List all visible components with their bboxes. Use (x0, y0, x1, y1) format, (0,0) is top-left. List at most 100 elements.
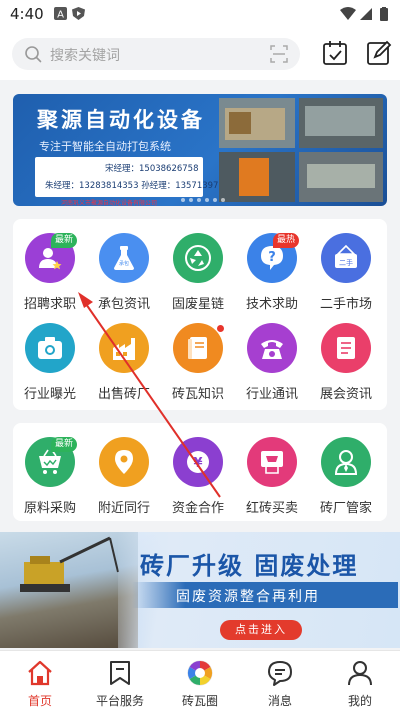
pagination-dot[interactable] (181, 198, 185, 202)
tab-label: 平台服务 (95, 694, 144, 708)
grid-item-label: 技术求助 (245, 297, 298, 312)
banner-footnote: 河南巩义市聚源自动化设备有限公司 (61, 200, 158, 206)
promo-cta-button[interactable]: 点击进入 (220, 620, 302, 640)
book-icon (173, 323, 223, 373)
grid-item-brick-knowledge[interactable]: 砖瓦知识 (161, 323, 235, 403)
grid-item-sell-factory[interactable]: 出售砖厂 (87, 323, 161, 403)
grid-item-label: 附近同行 (97, 501, 150, 516)
top-header: 搜索关键词 (0, 28, 400, 80)
grid-item-label: 展会资讯 (319, 387, 372, 402)
grid-item-industry-contacts[interactable]: 行业通讯 (235, 323, 309, 403)
tab-home[interactable]: 首页 (0, 655, 80, 711)
svg-text:二手: 二手 (339, 258, 353, 267)
location-icon (99, 437, 149, 487)
manager-icon (321, 437, 371, 487)
grid-item-label: 原料采购 (23, 501, 76, 516)
grid-item-label: 二手市场 (319, 297, 372, 312)
grid-item-funding[interactable]: ¥ 资金合作 (161, 437, 235, 517)
bookmark-icon (110, 661, 130, 685)
grid-item-label: 行业曝光 (23, 387, 76, 402)
svg-text:¥: ¥ (193, 456, 202, 471)
pagination-dot[interactable] (197, 198, 201, 202)
grid-item-exhibitions[interactable]: 展会资讯 (309, 323, 383, 403)
grid-item-label: 砖厂管家 (319, 501, 372, 516)
grid-item-exposure[interactable]: 行业曝光 (13, 323, 87, 403)
phone-icon (247, 323, 297, 373)
svg-text:承包: 承包 (119, 260, 129, 267)
banner-contact-1: 宋经理：15038626758 (105, 164, 199, 174)
shop-cart-icon (247, 437, 297, 487)
tab-me[interactable]: 我的 (320, 655, 400, 711)
pagination-dot[interactable] (205, 198, 209, 202)
promo-title: 砖厂升级 固废处理 (140, 552, 359, 580)
pagination-dot[interactable] (213, 198, 217, 202)
pagination-dot[interactable] (221, 198, 225, 202)
grid-item-label: 招聘求职 (23, 297, 76, 312)
services-grid-card: 最新 招聘求职 承包 承包资讯 固废星链 ? 最热 技术求助 二手 二手市场 行… (13, 219, 387, 410)
grid-item-nearby-peers[interactable]: 附近同行 (87, 437, 161, 517)
home-icon (28, 660, 52, 686)
tab-platform-services[interactable]: 平台服务 (80, 655, 160, 711)
grid-item-solid-waste[interactable]: 固废星链 (161, 233, 235, 313)
tab-label: 首页 (27, 694, 52, 708)
grid-item-label: 承包资讯 (97, 297, 150, 312)
banner-subtitle: 专注于智能全自动打包系统 (39, 140, 171, 153)
tab-label: 消息 (267, 694, 292, 708)
unread-dot (217, 325, 224, 332)
grid-item-label: 资金合作 (171, 501, 224, 516)
grid-item-recruitment[interactable]: 最新 招聘求职 (13, 233, 87, 313)
bottom-tab-bar: 首页 平台服务 砖瓦圈 消息 我的 (0, 650, 400, 711)
notification-a-icon: A (54, 7, 67, 20)
status-time: 4:40 (10, 5, 44, 23)
svg-text:?: ? (268, 250, 276, 265)
tab-label: 砖瓦圈 (181, 694, 218, 708)
edit-post-icon[interactable] (366, 40, 392, 66)
search-icon (25, 46, 42, 63)
factory-icon (99, 323, 149, 373)
grid-item-label: 固废星链 (171, 297, 224, 312)
grid-item-tech-help[interactable]: ? 最热 技术求助 (235, 233, 309, 313)
svg-text:A: A (57, 10, 64, 21)
shield-play-icon (72, 7, 85, 20)
grid-item-label: 出售砖厂 (97, 387, 150, 402)
user-icon (348, 661, 372, 686)
promo-banner[interactable]: 砖厂升级 固废处理 固废资源整合再利用 点击进入 (0, 532, 400, 648)
tab-messages[interactable]: 消息 (240, 655, 320, 711)
banner-contact-card: 宋经理：15038626758 朱经理：13283814353 孙经理：1357… (35, 157, 235, 197)
list-icon (321, 323, 371, 373)
badge-new: 最新 (51, 437, 78, 452)
banner-contact-2: 朱经理：13283814353 孙经理：13571397009 (45, 181, 235, 191)
grid-item-label: 砖瓦知识 (171, 387, 224, 402)
badge-new: 最新 (51, 233, 78, 248)
aperture-icon (187, 660, 213, 686)
camera-icon (25, 323, 75, 373)
grid-item-label: 行业通讯 (245, 387, 298, 402)
tab-brick-circle[interactable]: 砖瓦圈 (160, 655, 240, 711)
search-input[interactable]: 搜索关键词 (50, 45, 120, 65)
promo-subtitle: 固废资源整合再利用 (176, 589, 320, 605)
grid-item-red-brick-trade[interactable]: 红砖买卖 (235, 437, 309, 517)
badge-hot: 最热 (273, 233, 300, 248)
ad-banner[interactable]: 聚源自动化设备 专注于智能全自动打包系统 宋经理：15038626758 朱经理… (13, 94, 387, 206)
grid-item-raw-material[interactable]: 最新 原料采购 (13, 437, 87, 517)
banner-title: 聚源自动化设备 (37, 108, 205, 132)
calendar-checkin-icon[interactable] (322, 40, 348, 66)
yuan-coin-icon: ¥ (173, 437, 223, 487)
grid-item-factory-manager[interactable]: 砖厂管家 (309, 437, 383, 517)
tag-icon: 二手 (321, 233, 371, 283)
grid-item-secondhand[interactable]: 二手 二手市场 (309, 233, 383, 313)
flask-icon: 承包 (99, 233, 149, 283)
recycle-icon (173, 233, 223, 283)
tab-label: 我的 (347, 694, 372, 708)
scan-icon[interactable] (270, 45, 288, 63)
signal-battery-icons (340, 7, 388, 21)
banner-pagination[interactable] (181, 198, 225, 202)
status-bar: 4:40 A (0, 0, 400, 28)
grid-item-contracting[interactable]: 承包 承包资讯 (87, 233, 161, 313)
search-bar[interactable]: 搜索关键词 (12, 38, 300, 70)
chat-icon (268, 661, 292, 686)
grid-item-label: 红砖买卖 (245, 501, 298, 516)
pagination-dot[interactable] (189, 198, 193, 202)
trade-grid-card: 最新 原料采购 附近同行 ¥ 资金合作 红砖买卖 砖厂管家 (13, 423, 387, 521)
banner-equipment-photos (219, 98, 383, 202)
